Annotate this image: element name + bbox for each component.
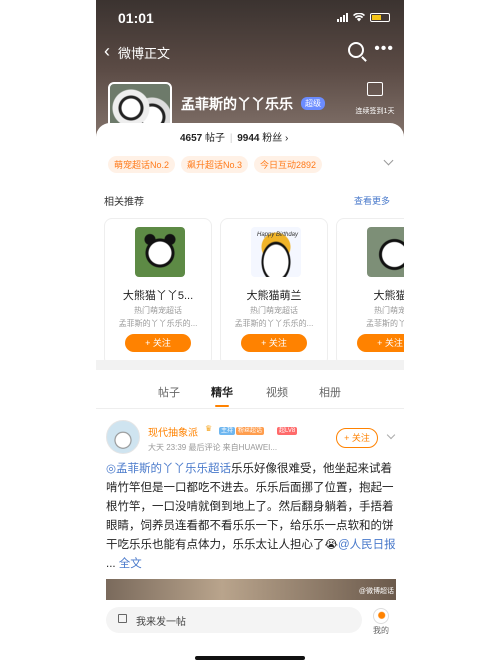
- topic-link[interactable]: ◎孟菲斯的丫丫乐乐超话: [106, 463, 231, 475]
- post-meta: 大天 23:39 最后评论 来自HUAWEI...: [148, 443, 278, 452]
- follow-button[interactable]: + 关注: [241, 334, 307, 352]
- fans-count: 9944: [237, 133, 260, 144]
- follow-button[interactable]: + 关注: [357, 334, 404, 352]
- topic-badge: 超级: [301, 97, 325, 110]
- more-icon[interactable]: •••: [374, 40, 394, 58]
- weibo-logo-icon: [373, 608, 389, 624]
- host-badge: 主持: [219, 427, 236, 435]
- status-bar: 01:01: [96, 0, 404, 36]
- mine-label: 我的: [373, 626, 389, 635]
- chevron-down-icon[interactable]: [383, 155, 394, 166]
- related-card-name: 大熊猫丫丫5...: [122, 290, 194, 302]
- related-card-subtitle: 热门萌宠超话: [134, 306, 182, 315]
- level-badge: 超LV8: [277, 427, 298, 435]
- tab-bar: 帖子 精华 视频 相册: [96, 370, 404, 409]
- tab-videos[interactable]: 视频: [266, 384, 288, 400]
- wifi-icon: [353, 12, 365, 21]
- posts-count: 4657: [180, 133, 203, 144]
- related-card[interactable]: 大熊猫 热门萌宠 孟菲斯的丫丫 + 关注: [336, 218, 404, 366]
- status-time: 01:01: [118, 10, 154, 26]
- related-card-desc: 孟菲斯的丫丫乐乐的...: [234, 319, 314, 328]
- post-body: 乐乐好像很难受，他坐起来试着啃竹竿但是一口都吃不进去。乐乐后面挪了位置，抱起一根…: [106, 463, 394, 551]
- tag-pet-rank[interactable]: 萌宠超话No.2: [108, 156, 176, 173]
- search-icon[interactable]: [348, 42, 364, 58]
- compose-placeholder: 我来发一帖: [136, 617, 186, 628]
- post-username[interactable]: 现代抽象派: [148, 424, 198, 439]
- related-card-subtitle: 热门萌宠: [374, 306, 404, 315]
- related-card[interactable]: Happy Birthday 大熊猫萌兰 热门萌宠超话 孟菲斯的丫丫乐乐的...…: [220, 218, 328, 366]
- related-card-subtitle: 热门萌宠超话: [250, 306, 298, 315]
- tag-rising-rank[interactable]: 飙升超话No.3: [181, 156, 249, 173]
- related-card-desc: 孟菲斯的丫丫乐乐的...: [118, 319, 198, 328]
- home-indicator: [195, 656, 305, 660]
- post-text: ◎孟菲斯的丫丫乐乐超话乐乐好像很难受，他坐起来试着啃竹竿但是一口都吃不进去。乐乐…: [106, 460, 396, 574]
- mine-button[interactable]: 我的: [370, 608, 392, 636]
- related-card-name: 大熊猫萌兰: [246, 290, 302, 302]
- posts-label: 帖子: [205, 133, 226, 144]
- crown-icon: ♛: [205, 424, 213, 433]
- post-ellipsis: ...: [106, 558, 119, 570]
- related-card-name: 大熊猫: [373, 290, 405, 302]
- topic-stats: 4657 帖子 | 9944 粉丝 ›: [180, 133, 289, 144]
- nav-bar: ‹ 微博正文 •••: [96, 38, 404, 64]
- bottom-bar: 我来发一帖 我的: [96, 600, 404, 667]
- sticker-text: Happy Birthday: [257, 232, 299, 238]
- calendar-icon: [367, 82, 383, 96]
- chevron-down-icon[interactable]: [386, 430, 396, 440]
- related-card-image: [135, 227, 185, 277]
- fans-label: 粉丝: [262, 133, 283, 144]
- related-card[interactable]: 大熊猫丫丫5... 热门萌宠超话 孟菲斯的丫丫乐乐的... + 关注: [104, 218, 212, 366]
- tag-interaction[interactable]: 今日互动2892: [254, 156, 323, 173]
- pencil-icon: [118, 614, 127, 623]
- follow-button[interactable]: + 关注: [125, 334, 191, 352]
- image-watermark: @微博超话: [358, 588, 394, 595]
- related-card-image: Happy Birthday: [251, 227, 301, 277]
- fan-badge: 粉丝超话: [236, 427, 265, 435]
- tab-posts[interactable]: 帖子: [158, 384, 180, 400]
- related-card-image: [367, 227, 404, 277]
- full-text-link[interactable]: 全文: [119, 558, 142, 570]
- checkin-button[interactable]: 连续签到1天: [352, 82, 398, 116]
- section-divider: [96, 360, 404, 370]
- checkin-label: 连续签到1天: [355, 108, 395, 115]
- related-title: 相关推荐: [104, 197, 144, 208]
- post-card: 现代抽象派 ♛ 主持 粉丝超话 超LV8 大天 23:39 最后评论 来自HUA…: [96, 410, 404, 610]
- signal-icon: [337, 12, 348, 22]
- compose-bar[interactable]: 我来发一帖: [106, 607, 362, 633]
- related-card-desc: 孟菲斯的丫丫: [366, 319, 404, 328]
- mention-link[interactable]: @人民日报: [338, 539, 396, 551]
- back-button[interactable]: ‹: [104, 41, 110, 62]
- tab-featured[interactable]: 精华: [211, 384, 233, 407]
- related-more-link[interactable]: 查看更多: [354, 194, 390, 207]
- topic-card: 4657 帖子 | 9944 粉丝 › 萌宠超话No.2 飙升超话No.3 今日…: [96, 123, 404, 373]
- phone-screen: 01:01 ‹ 微博正文 ••• 孟菲斯的丫丫乐乐 超级 连续签到1天 4657…: [96, 0, 404, 667]
- tag-list: 萌宠超话No.2 飙升超话No.3 今日互动2892: [108, 156, 323, 173]
- tab-albums[interactable]: 相册: [319, 384, 341, 400]
- avatar[interactable]: [106, 420, 140, 454]
- topic-name[interactable]: 孟菲斯的丫丫乐乐: [181, 94, 293, 114]
- battery-icon: [370, 12, 390, 22]
- back-label[interactable]: 微博正文: [118, 43, 170, 62]
- post-follow-button[interactable]: + 关注: [336, 428, 378, 448]
